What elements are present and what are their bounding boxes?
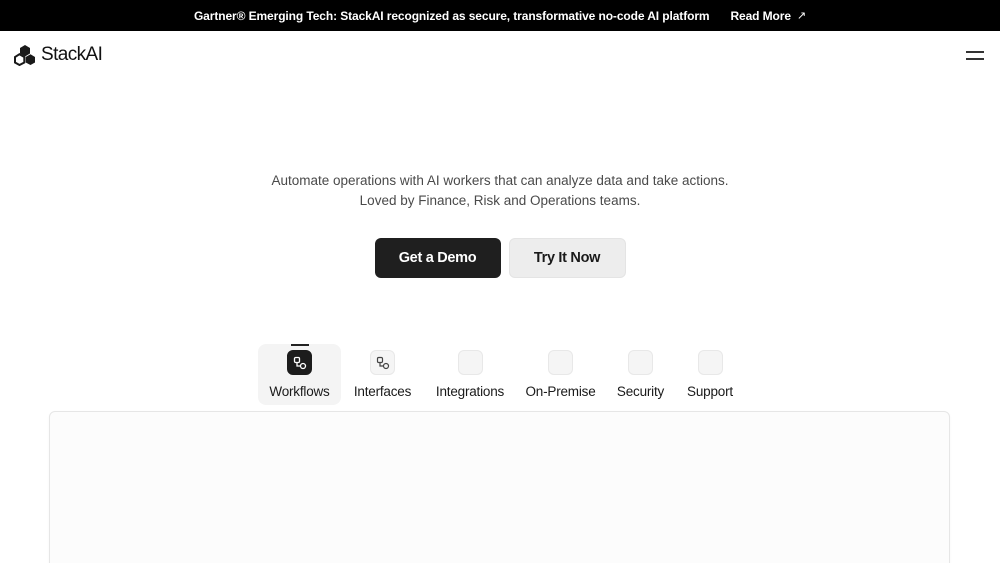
hero-description: Automate operations with AI workers that…	[0, 171, 1000, 211]
feature-preview-panel	[49, 411, 950, 563]
cta-row: Get a Demo Try It Now	[0, 238, 1000, 278]
announcement-bar: Gartner® Emerging Tech: StackAI recogniz…	[0, 0, 1000, 31]
integrations-icon	[457, 350, 483, 375]
support-icon	[697, 350, 723, 375]
try-it-now-button[interactable]: Try It Now	[508, 238, 626, 278]
get-a-demo-button[interactable]: Get a Demo	[374, 238, 501, 278]
read-more-link[interactable]: Read More ↗	[730, 9, 806, 23]
hamburger-menu-icon[interactable]	[966, 48, 984, 62]
hero-line-1: Automate operations with AI workers that…	[271, 173, 729, 188]
feature-tabs: Workflows Interfaces Integrations On-Pre…	[258, 344, 744, 405]
tab-label: Interfaces	[353, 384, 412, 399]
hero-line-2: Loved by Finance, Risk and Operations te…	[359, 193, 641, 208]
tab-workflows[interactable]: Workflows	[258, 344, 341, 405]
site-header: StackAI	[0, 31, 1000, 79]
on-premise-icon	[548, 350, 573, 375]
tab-interfaces[interactable]: Interfaces	[341, 344, 424, 405]
interfaces-icon	[370, 350, 395, 375]
read-more-label: Read More	[730, 8, 791, 23]
tab-on-premise[interactable]: On-Premise	[516, 344, 605, 405]
active-tab-indicator	[290, 344, 309, 346]
arrow-up-right-icon: ↗	[796, 10, 807, 22]
tab-label: Support	[687, 384, 733, 399]
tab-label: On-Premise	[525, 384, 596, 399]
tab-support[interactable]: Support	[676, 344, 744, 405]
tab-label: Workflows	[269, 384, 330, 399]
stackai-logo-icon	[14, 45, 35, 66]
tab-label: Security	[616, 384, 665, 399]
tab-label: Integrations	[435, 384, 505, 399]
tab-integrations[interactable]: Integrations	[424, 344, 516, 405]
tab-security[interactable]: Security	[605, 344, 676, 405]
announcement-message: Gartner® Emerging Tech: StackAI recogniz…	[193, 8, 710, 23]
brand-name: StackAI	[41, 44, 103, 65]
workflow-icon	[287, 350, 312, 375]
brand-logo-link[interactable]: StackAI	[14, 44, 103, 66]
security-icon	[628, 350, 653, 375]
